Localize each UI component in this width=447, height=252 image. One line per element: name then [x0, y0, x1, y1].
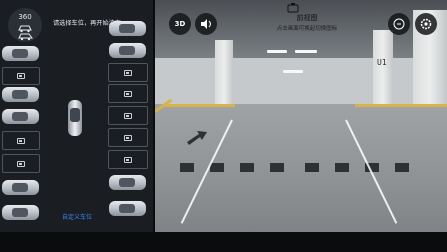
parking-slot-r6[interactable] — [108, 128, 148, 147]
car-outline-icon — [18, 33, 33, 41]
pillar-label: U1 — [377, 58, 387, 67]
parking-line — [355, 104, 447, 107]
parking-slot-l4[interactable] — [2, 108, 40, 126]
parking-slot-l7[interactable] — [2, 179, 40, 197]
parking-slot-r7[interactable] — [108, 150, 148, 169]
wall-lamp — [283, 70, 303, 73]
parking-slot-icon — [17, 73, 25, 79]
parking-slot-r3[interactable] — [108, 63, 148, 82]
pillar — [215, 40, 233, 110]
ceiling-lamp — [295, 50, 317, 53]
parking-slot-l6[interactable] — [2, 154, 40, 173]
parking-slot-r5[interactable] — [108, 106, 148, 125]
lane-dash — [335, 163, 349, 172]
parking-slot-r8[interactable] — [108, 174, 146, 192]
lane-dash — [270, 163, 284, 172]
lane-dash — [210, 163, 224, 172]
parking-slot-l5[interactable] — [2, 131, 40, 150]
parking-map-panel: 360 请选择车位，再开始泊车 自定义车位 — [0, 0, 153, 232]
settings-button[interactable] — [415, 13, 437, 35]
garage-wall — [155, 58, 447, 104]
parking-slot-r4[interactable] — [108, 84, 148, 103]
parking-slot-l3[interactable] — [2, 86, 40, 104]
lane-dash — [305, 163, 319, 172]
parking-slot-r2[interactable] — [108, 42, 146, 60]
lane-dash — [240, 163, 254, 172]
parked-car — [109, 201, 146, 216]
parking-slot-r1[interactable] — [108, 20, 146, 38]
parking-slot-icon — [17, 137, 25, 144]
lane-dash — [395, 163, 409, 172]
parking-slot-icon — [124, 156, 132, 163]
lane-dash — [180, 163, 194, 172]
speaker-icon — [201, 19, 211, 29]
exit-button[interactable] — [388, 13, 410, 35]
parking-slot-l1[interactable] — [2, 45, 40, 63]
custom-slot-button[interactable]: 自定义车位 — [42, 212, 112, 221]
parking-slot-icon — [124, 69, 132, 76]
parked-car — [109, 43, 146, 58]
parking-slot-icon — [124, 90, 132, 97]
parking-slot-icon — [17, 160, 25, 167]
parked-car — [109, 175, 146, 190]
exit-icon — [393, 18, 405, 30]
settings-icon — [420, 18, 432, 30]
view-title: 前视图 — [296, 14, 318, 22]
parking-slot-r9[interactable] — [108, 200, 146, 218]
parked-car — [2, 87, 39, 102]
parked-car — [2, 205, 39, 220]
camera-switch-icon — [287, 3, 299, 13]
ego-vehicle — [68, 100, 82, 136]
pillar — [373, 30, 393, 110]
ceiling-lamp — [267, 50, 287, 53]
parked-car — [109, 21, 146, 36]
view-subtitle: 点击画面可换起切换图标 — [276, 26, 338, 32]
front-camera-view[interactable]: U1 3D 前视图 点击画面可换起切换图标 — [155, 0, 447, 232]
parking-line — [165, 104, 235, 107]
parking-slot-icon — [124, 134, 132, 141]
parking-slot-l2[interactable] — [2, 67, 40, 85]
parked-car — [2, 46, 39, 61]
parked-car — [2, 180, 39, 195]
parked-car — [2, 109, 39, 124]
parking-slot-icon — [124, 112, 132, 119]
road-arrow-icon — [187, 131, 207, 145]
car-mode-button[interactable] — [8, 24, 42, 44]
sound-button[interactable] — [195, 13, 217, 35]
3d-view-button[interactable]: 3D — [169, 13, 191, 35]
parking-slot-l8[interactable] — [2, 204, 40, 222]
bottom-bar — [0, 232, 447, 252]
